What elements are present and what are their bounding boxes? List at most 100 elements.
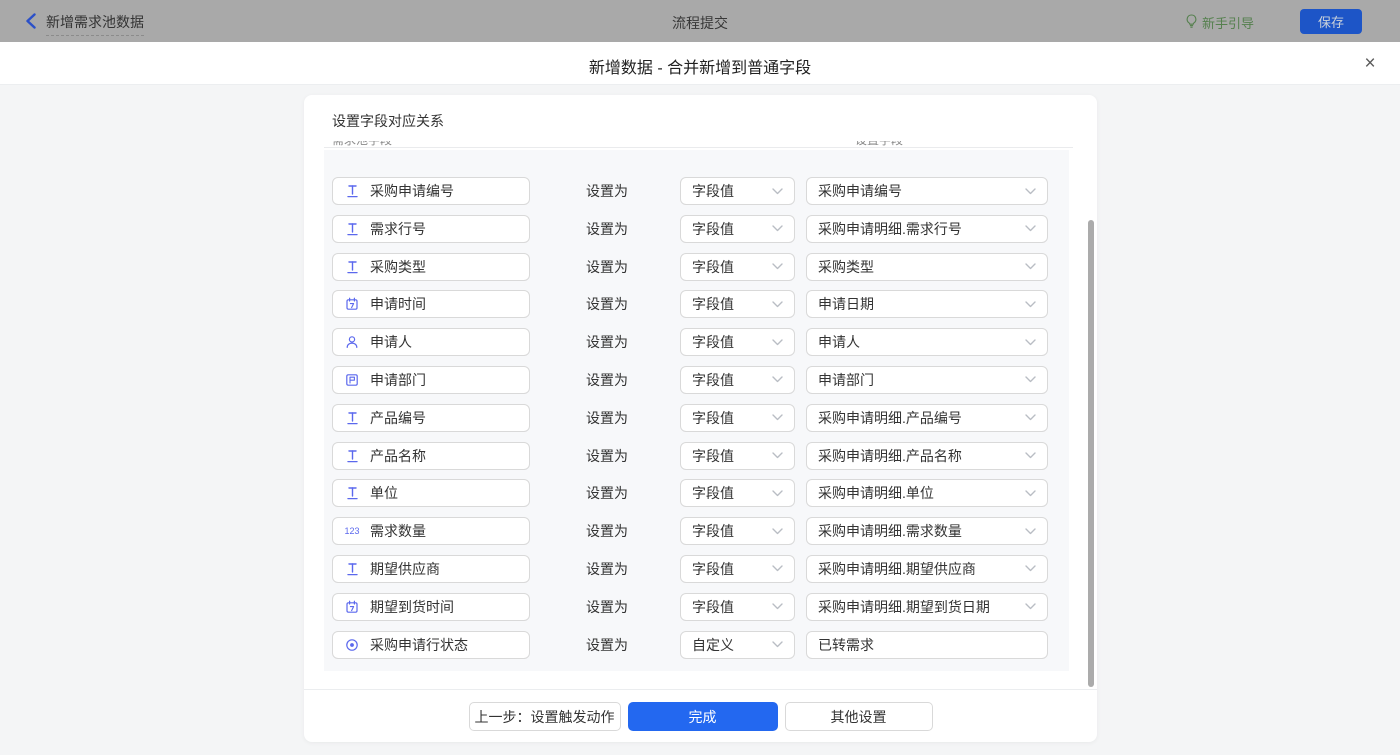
text-icon [344,561,360,577]
set-as-label: 设置为 [586,181,628,201]
source-field-box[interactable]: 采购申请行状态 [332,631,530,659]
mode-select-value: 字段值 [692,597,734,617]
value-select-value: 采购申请明细.产品名称 [818,446,962,466]
value-select[interactable]: 采购申请明细.期望供应商 [806,555,1048,583]
value-select-value: 采购申请明细.期望到货日期 [818,597,990,617]
value-select[interactable]: 采购申请明细.需求数量 [806,517,1048,545]
source-field-box[interactable]: 需求行号 [332,215,530,243]
mode-select-value: 字段值 [692,559,734,579]
mode-select[interactable]: 字段值 [680,177,795,205]
guide-label: 新手引导 [1202,13,1254,32]
chevron-down-icon [772,301,783,308]
chevron-down-icon [1025,414,1036,421]
mode-select[interactable]: 字段值 [680,215,795,243]
mode-select-value: 字段值 [692,521,734,541]
source-field-box[interactable]: 采购类型 [332,253,530,281]
mode-select[interactable]: 字段值 [680,442,795,470]
beginner-guide-link[interactable]: 新手引导 [1185,13,1254,32]
field-label: 单位 [370,483,398,503]
chevron-down-icon [772,414,783,421]
card-footer: 上一步：设置触发动作 完成 其他设置 [304,702,1097,731]
source-field-box[interactable]: 123 需求数量 [332,517,530,545]
value-select[interactable]: 申请部门 [806,366,1048,394]
close-icon[interactable]: × [1360,54,1380,74]
source-field-box[interactable]: 期望供应商 [332,555,530,583]
mode-select[interactable]: 字段值 [680,253,795,281]
source-field-box[interactable]: 申请人 [332,328,530,356]
value-select[interactable]: 采购类型 [806,253,1048,281]
field-label: 申请时间 [370,294,426,314]
scrollbar-thumb[interactable] [1088,220,1094,687]
finish-button[interactable]: 完成 [628,702,778,731]
chevron-down-icon [772,641,783,648]
value-select[interactable]: 采购申请编号 [806,177,1048,205]
mode-select[interactable]: 自定义 [680,631,795,659]
chevron-down-icon [1025,188,1036,195]
mode-select-value: 字段值 [692,483,734,503]
mapping-row: 123 需求数量 设置为 字段值 采购申请明细.需求数量 [332,517,1069,545]
mapping-row: 采购申请行状态 设置为 自定义 已转需求 [332,631,1069,659]
mapping-row: 产品名称 设置为 字段值 采购申请明细.产品名称 [332,442,1069,470]
mode-select[interactable]: 字段值 [680,517,795,545]
value-select[interactable]: 申请人 [806,328,1048,356]
mapping-row: 申请时间 设置为 字段值 申请日期 [332,290,1069,318]
value-select[interactable]: 采购申请明细.产品编号 [806,404,1048,432]
source-field-box[interactable]: 申请部门 [332,366,530,394]
value-select[interactable]: 采购申请明细.产品名称 [806,442,1048,470]
chevron-down-icon [772,339,783,346]
chevron-down-icon [1025,339,1036,346]
text-icon [344,410,360,426]
chevron-down-icon [1025,225,1036,232]
field-label: 申请部门 [370,370,426,390]
value-select[interactable]: 申请日期 [806,290,1048,318]
dialog-title: 新增数据 - 合并新增到普通字段 [0,54,1400,78]
user-icon [344,334,360,350]
mode-select[interactable]: 字段值 [680,404,795,432]
chevron-down-icon [1025,452,1036,459]
field-label: 产品编号 [370,408,426,428]
source-field-box[interactable]: 产品名称 [332,442,530,470]
set-as-label: 设置为 [586,635,628,655]
chevron-down-icon [772,565,783,572]
set-as-label: 设置为 [586,332,628,352]
value-select[interactable]: 采购申请明细.期望到货日期 [806,593,1048,621]
source-field-box[interactable]: 产品编号 [332,404,530,432]
chevron-down-icon [772,263,783,270]
value-select-value: 申请日期 [818,294,874,314]
value-select[interactable]: 采购申请明细.单位 [806,479,1048,507]
chevron-down-icon [772,188,783,195]
value-input[interactable]: 已转需求 [806,631,1048,659]
value-select-value: 申请人 [818,332,860,352]
source-field-box[interactable]: 单位 [332,479,530,507]
set-as-label: 设置为 [586,597,628,617]
chevron-down-icon [1025,263,1036,270]
save-button[interactable]: 保存 [1300,9,1362,34]
chevron-down-icon [772,603,783,610]
lightbulb-icon [1185,14,1198,31]
mode-select[interactable]: 字段值 [680,366,795,394]
mode-select[interactable]: 字段值 [680,328,795,356]
source-field-box[interactable]: 期望到货时间 [332,593,530,621]
chevron-down-icon [1025,301,1036,308]
mapping-rows-panel: 采购申请编号 设置为 字段值 采购申请编号 需求行号 设置为 字段值 采购申请明… [324,150,1069,671]
mode-select[interactable]: 字段值 [680,593,795,621]
set-as-label: 设置为 [586,370,628,390]
chevron-down-icon [772,376,783,383]
status-icon [344,637,360,653]
mode-select[interactable]: 字段值 [680,290,795,318]
text-icon [344,183,360,199]
field-label: 产品名称 [370,446,426,466]
mode-select-value: 字段值 [692,219,734,239]
text-icon [344,448,360,464]
other-settings-button[interactable]: 其他设置 [785,702,933,731]
mapping-row: 期望到货时间 设置为 字段值 采购申请明细.期望到货日期 [332,593,1069,621]
source-field-box[interactable]: 申请时间 [332,290,530,318]
mode-select[interactable]: 字段值 [680,555,795,583]
source-field-box[interactable]: 采购申请编号 [332,177,530,205]
prev-step-button[interactable]: 上一步：设置触发动作 [469,702,621,731]
set-as-label: 设置为 [586,294,628,314]
mode-select[interactable]: 字段值 [680,479,795,507]
chevron-down-icon [1025,565,1036,572]
mode-select-value: 字段值 [692,181,734,201]
value-select[interactable]: 采购申请明细.需求行号 [806,215,1048,243]
